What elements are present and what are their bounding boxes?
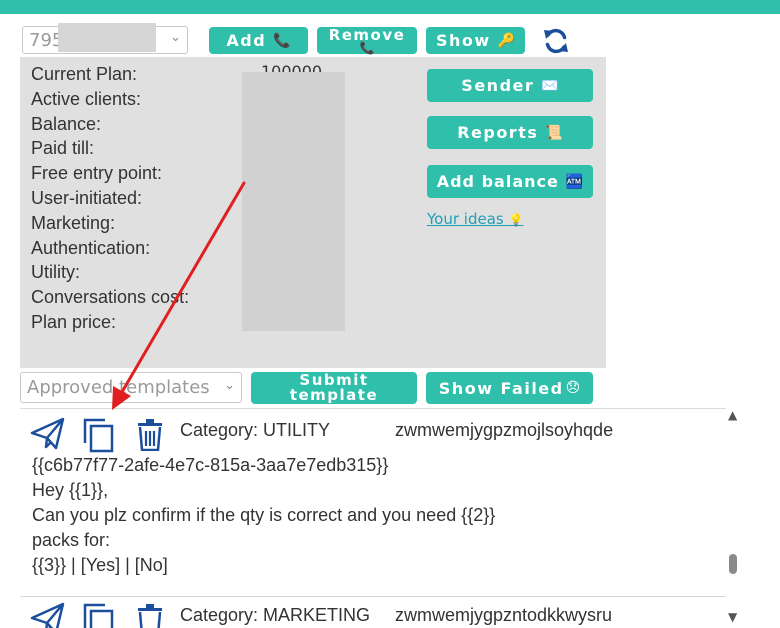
template-name: zwmwemjygpzmojlsoyhqde [395, 420, 614, 440]
remove-button[interactable]: Remove 📞 [317, 27, 417, 54]
remove-button-label: Remove [328, 25, 406, 44]
info-label: Plan price: [31, 311, 117, 332]
reports-button-label: Reports [457, 123, 539, 142]
submit-label-line2: template [289, 386, 379, 404]
template-name: zwmwemjygpzntodkkwysru [395, 605, 613, 625]
scrollbar-thumb[interactable] [729, 553, 737, 574]
template-body-line: Can you plz confirm if the qty is correc… [32, 505, 496, 525]
add-balance-button[interactable]: Add balance 🏧 [427, 165, 593, 198]
reports-button[interactable]: Reports 📜 [427, 116, 593, 149]
template-body-line: {{c6b77f77-2afe-4e7c-815a-3aa7e7edb315}} [32, 455, 389, 475]
info-label: User-initiated: [31, 187, 143, 208]
show-button[interactable]: Show 🔑 [426, 27, 525, 54]
templates-select-value: Approved templates [27, 377, 210, 398]
info-label: Current Plan: [31, 64, 138, 84]
template-category: Category: UTILITY [180, 420, 331, 440]
info-label: Paid till: [31, 138, 95, 159]
templates-list: Category: UTILITY zwmwemjygpzmojlsoyhqde… [20, 408, 726, 628]
your-ideas-label: Your ideas [427, 210, 504, 228]
add-button-label: Add [226, 31, 267, 50]
sender-button-label: Sender [461, 76, 535, 95]
show-button-label: Show [435, 31, 491, 50]
sender-button[interactable]: Sender ✉️ [427, 69, 593, 102]
chevron-down-icon: ⌄ [224, 378, 235, 393]
account-info-panel: Current Plan: Active clients: Balance: Paid… [20, 57, 606, 368]
lightbulb-icon: 💡 [508, 213, 524, 227]
template-body: {{c6b77f77-2afe-4e7c-815a-3aa7e7edb315}}… [32, 453, 495, 578]
scroll-icon: 📜 [545, 124, 563, 141]
phone-icon: 📞 [359, 40, 375, 55]
template-body-line: packs for: [32, 530, 111, 550]
trash-icon[interactable] [136, 419, 164, 451]
send-icon[interactable] [30, 602, 66, 628]
show-failed-label: Show Failed [438, 378, 564, 398]
info-label: Active clients: [31, 88, 142, 109]
send-icon[interactable] [30, 417, 66, 451]
info-label: Marketing: [31, 212, 116, 233]
redacted-values-block [242, 72, 345, 331]
add-balance-button-label: Add balance [436, 172, 559, 191]
info-label: Conversations cost: [31, 287, 190, 308]
info-label: Utility: [31, 262, 80, 283]
info-label: Authentication: [31, 237, 151, 258]
info-labels: Current Plan: Active clients: Balance: Paid… [31, 62, 189, 335]
templates-select[interactable]: Approved templates ⌄ [20, 372, 242, 403]
template-category: Category: MARKETING [180, 605, 371, 625]
templates-scrollbar[interactable]: ▲ ▼ [726, 408, 742, 628]
template-body-line: {{3}} | [Yes] | [No] [32, 555, 168, 575]
info-label: Balance: [31, 113, 102, 134]
template-separator [20, 596, 726, 597]
show-failed-button[interactable]: Show Failed 😞 [426, 372, 593, 404]
submit-template-button[interactable]: Submit template [251, 372, 417, 404]
scroll-up-icon[interactable]: ▲ [728, 408, 737, 422]
copy-icon[interactable] [81, 417, 115, 453]
top-accent-bar [0, 0, 780, 14]
your-ideas-link[interactable]: Your ideas 💡 [427, 210, 523, 228]
atm-icon: 🏧 [565, 173, 584, 190]
refresh-icon[interactable] [541, 26, 571, 56]
chevron-down-icon: ⌄ [170, 30, 181, 45]
envelope-icon: ✉️ [541, 77, 559, 94]
phone-icon: 📞 [273, 32, 291, 49]
copy-icon[interactable] [81, 602, 115, 628]
template-body-line: Hey {{1}}, [32, 480, 109, 500]
key-icon: 🔑 [497, 32, 516, 49]
scroll-down-icon[interactable]: ▼ [728, 610, 737, 624]
info-label: Free entry point: [31, 163, 163, 184]
redacted-account-block [58, 23, 156, 52]
sad-face-icon: 😞 [565, 380, 581, 396]
trash-icon[interactable] [136, 604, 164, 628]
add-button[interactable]: Add 📞 [209, 27, 308, 54]
